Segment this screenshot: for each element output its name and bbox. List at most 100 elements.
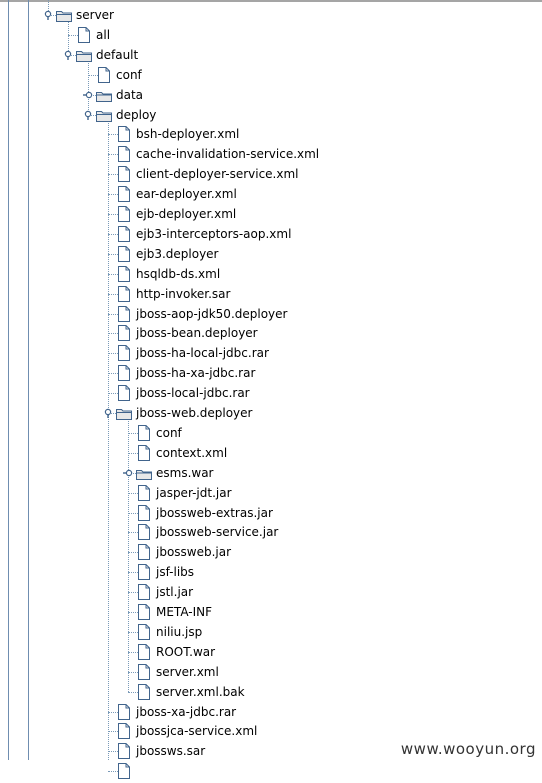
file-icon [116,265,132,283]
tree-node-label: jbossws.sar [136,744,206,759]
tree-node[interactable]: hsqldb-ds.xml [116,265,220,283]
tree-node[interactable]: ejb3.deployer [116,245,219,263]
tree-node[interactable]: ejb3-interceptors-aop.xml [116,225,291,243]
tree-node-label: ejb-deployer.xml [136,207,237,221]
tree-node-label: deploy [116,107,157,122]
tree-node-label: jboss-aop-jdk50.deployer [136,306,288,321]
tree-node[interactable]: ear-deployer.xml [116,185,237,203]
folder-open-icon [76,46,92,64]
folder-open-icon [56,6,72,24]
tree-connector-line [108,120,109,760]
collapse-toggle[interactable] [42,9,54,21]
collapse-toggle[interactable] [62,49,74,61]
tree-node-label: bsh-deployer.xml [136,127,240,142]
tree-node-label: ejb3.deployer [136,246,219,261]
file-icon [136,523,152,541]
file-icon [116,324,132,342]
tree-node[interactable]: jbossjca-service.xml [116,722,257,740]
tree-node-label: default [96,47,139,62]
file-icon [136,643,152,661]
file-icon [136,683,152,701]
tree-node[interactable]: cache-invalidation-service.xml [116,145,319,163]
file-icon [116,305,132,323]
tree-node-label: jboss-local-jdbc.rar [136,386,250,401]
tree-node[interactable]: ROOT.war [136,643,215,661]
file-icon [136,623,152,641]
file-icon [116,125,132,143]
tree-node-label: conf [116,67,142,82]
tree-node[interactable]: jbossweb-service.jar [136,523,278,541]
tree-node[interactable]: conf [96,66,142,84]
tree-guide-line [8,0,9,760]
tree-node-label: META-INF [156,605,213,619]
tree-node[interactable]: jbossweb-extras.jar [136,504,273,522]
tree-node-label: client-deployer-service.xml [136,167,299,182]
tree-node-label: jbossweb-extras.jar [156,505,273,520]
tree-node[interactable]: deploy [96,106,156,124]
tree-node[interactable]: jboss-bean.deployer [116,324,258,342]
tree-node[interactable]: jboss-aop-jdk50.deployer [116,305,287,323]
tree-node[interactable]: jboss-web.deployer [116,404,252,422]
tree-node[interactable]: jsf-libs [136,563,194,581]
expand-toggle[interactable] [122,467,134,479]
tree-node[interactable]: jboss-local-jdbc.rar [116,384,250,402]
file-icon [136,484,152,502]
tree-node[interactable]: server.xml [136,663,219,681]
tree-node[interactable]: default [76,46,138,64]
expand-toggle[interactable] [82,89,94,101]
tree-node[interactable] [116,762,136,780]
tree-node[interactable]: jasper-jdt.jar [136,484,232,502]
tree-node-label: http-invoker.sar [136,286,231,301]
tree-node[interactable]: ejb-deployer.xml [116,205,236,223]
file-icon [116,742,132,760]
tree-node[interactable]: server.xml.bak [136,683,245,701]
tree-node[interactable]: server [56,6,114,24]
folder-closed-icon [96,86,112,104]
tree-node[interactable]: jboss-xa-jdbc.rar [116,703,236,721]
tree-node-label: jstl.jar [156,585,194,600]
tree-node[interactable]: conf [136,424,182,442]
tree-node-label: ejb3-interceptors-aop.xml [136,226,292,241]
tree-node[interactable]: jbossweb.jar [136,543,231,561]
file-icon [116,722,132,740]
tree-node-label: context.xml [156,445,228,460]
tree-node-label: cache-invalidation-service.xml [136,147,320,162]
tree-node-label: all [96,27,111,42]
collapse-toggle[interactable] [102,407,114,419]
tree-node[interactable]: jbossws.sar [116,742,205,760]
folder-open-icon [116,404,132,422]
file-icon [116,285,132,303]
tree-node-label: jboss-ha-xa-jdbc.rar [136,366,256,381]
tree-node-label: jboss-bean.deployer [136,326,258,341]
tree-node-label: esms.war [156,465,214,480]
folder-open-icon [96,106,112,124]
collapse-toggle[interactable] [82,109,94,121]
tree-node[interactable]: jboss-ha-xa-jdbc.rar [116,364,255,382]
tree-node[interactable]: jstl.jar [136,583,193,601]
tree-node[interactable]: bsh-deployer.xml [116,125,239,143]
tree-node-label: niliu.jsp [156,624,203,639]
tree-node[interactable]: data [96,86,143,104]
tree-node[interactable]: context.xml [136,444,227,462]
tree-node-label: jboss-xa-jdbc.rar [136,704,237,719]
file-icon [96,66,112,84]
tree-connector-line [128,419,129,692]
file-icon [76,26,92,44]
tree-node[interactable]: esms.war [136,464,214,482]
tree-node-label: jasper-jdt.jar [156,485,232,500]
tree-node[interactable]: niliu.jsp [136,623,202,641]
file-icon [136,444,152,462]
file-icon [136,424,152,442]
file-icon [136,504,152,522]
file-icon [116,145,132,163]
file-icon [136,543,152,561]
tree-node-label: jboss-ha-local-jdbc.rar [136,346,269,361]
tree-guide-line [28,0,29,760]
tree-node[interactable]: client-deployer-service.xml [116,165,299,183]
tree-node[interactable]: all [76,26,110,44]
file-icon [116,245,132,263]
tree-node-label: jbossweb-service.jar [156,525,279,540]
tree-node[interactable]: http-invoker.sar [116,285,230,303]
tree-node[interactable]: META-INF [136,603,212,621]
tree-node[interactable]: jboss-ha-local-jdbc.rar [116,344,269,362]
